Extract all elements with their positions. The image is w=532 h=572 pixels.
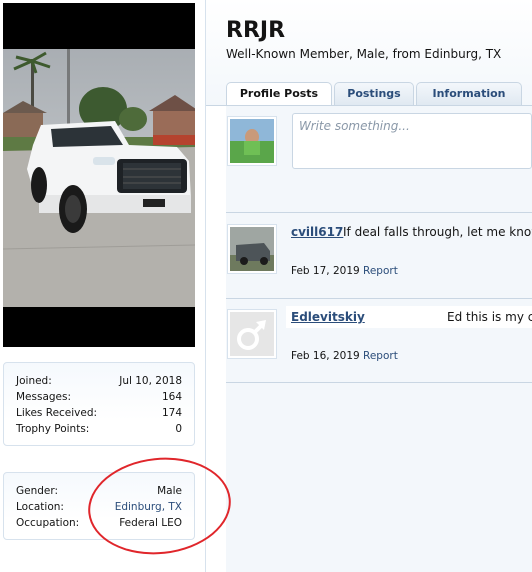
male-symbol-icon xyxy=(230,312,274,356)
post-separator xyxy=(226,298,532,299)
composer-avatar-photo xyxy=(230,119,274,163)
profile-header: RRJR Well-Known Member, Male, from Edinb… xyxy=(206,0,532,107)
report-link[interactable]: Report xyxy=(363,350,398,362)
report-link[interactable]: Report xyxy=(363,265,398,277)
detail-value: Male xyxy=(157,485,182,497)
stat-value: Jul 10, 2018 xyxy=(119,375,182,387)
stat-label: Likes Received: xyxy=(16,407,98,419)
detail-row-gender: Gender: Male xyxy=(16,483,182,499)
detail-label: Occupation: xyxy=(16,517,80,529)
tab-profile-posts[interactable]: Profile Posts xyxy=(226,82,332,107)
username-heading: RRJR xyxy=(226,18,286,43)
post-date[interactable]: Feb 16, 2019 xyxy=(291,350,360,362)
composer-avatar[interactable] xyxy=(227,116,277,166)
details-box: Gender: Male Location: Edinburg, TX Occu… xyxy=(3,472,195,540)
detail-value: Federal LEO xyxy=(119,517,182,529)
stat-value[interactable]: 164 xyxy=(162,389,182,405)
profile-tabs: Profile Posts Postings Information xyxy=(226,82,524,107)
user-title: Well-Known Member, Male, from Edinburg, … xyxy=(226,47,502,61)
post-separator xyxy=(226,212,532,213)
tab-postings[interactable]: Postings xyxy=(334,82,414,106)
detail-row-occupation: Occupation: Federal LEO xyxy=(16,515,182,531)
post-author-link[interactable]: cvill617 xyxy=(291,225,343,239)
profile-avatar[interactable] xyxy=(3,3,195,347)
profile-sidebar: Joined: Jul 10, 2018 Messages: 164 Likes… xyxy=(0,0,205,572)
default-avatar-male xyxy=(230,312,274,356)
post-message: If deal falls through, let me know xyxy=(343,225,532,239)
stat-value[interactable]: 0 xyxy=(175,421,182,437)
stat-value: 174 xyxy=(161,407,182,419)
detail-row-location: Location: Edinburg, TX xyxy=(16,499,182,515)
detail-label: Location: xyxy=(16,501,64,513)
post-author-avatar-photo xyxy=(230,227,274,271)
stat-row-joined: Joined: Jul 10, 2018 xyxy=(16,373,182,389)
post-author-link[interactable]: Edlevitskiy xyxy=(291,310,365,324)
post-author-avatar[interactable] xyxy=(227,224,277,274)
post-author-avatar[interactable] xyxy=(227,309,277,359)
stat-row-trophy: Trophy Points: 0 xyxy=(16,421,182,437)
tab-information[interactable]: Information xyxy=(416,82,522,106)
stats-box: Joined: Jul 10, 2018 Messages: 164 Likes… xyxy=(3,362,195,446)
location-link[interactable]: Edinburg, TX xyxy=(115,499,182,515)
post-message: Ed this is my co xyxy=(447,310,532,324)
profile-post-input[interactable]: Write something... xyxy=(292,113,532,169)
stat-label: Joined: xyxy=(16,375,52,387)
stat-row-messages: Messages: 164 xyxy=(16,389,182,405)
avatar-photo xyxy=(3,49,195,307)
post-separator xyxy=(226,382,532,383)
stat-row-likes: Likes Received: 174 xyxy=(16,405,182,421)
profile-main: RRJR Well-Known Member, Male, from Edinb… xyxy=(206,0,532,572)
detail-label: Gender: xyxy=(16,485,59,497)
stat-label: Messages: xyxy=(16,391,72,403)
stat-label: Trophy Points: xyxy=(16,423,90,435)
post-date[interactable]: Feb 17, 2019 xyxy=(291,265,360,277)
